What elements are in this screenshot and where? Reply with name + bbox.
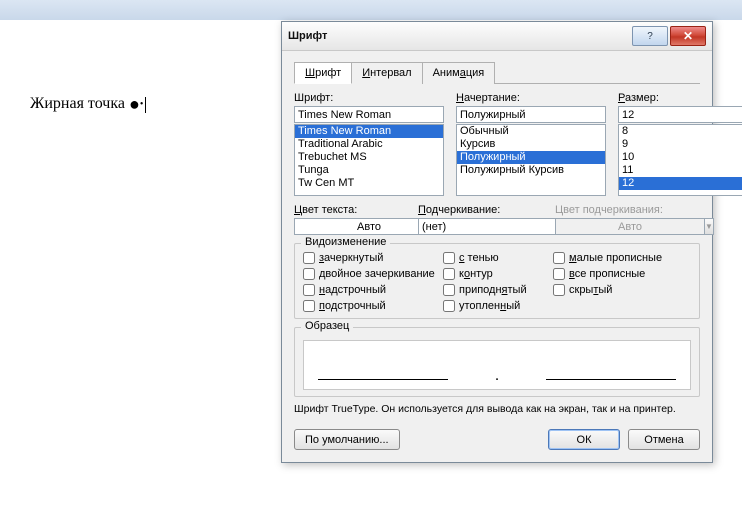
checkbox-input[interactable] (553, 252, 565, 264)
checkbox-input[interactable] (553, 284, 565, 296)
text-cursor (145, 97, 146, 113)
sample-group: Образец . (294, 327, 700, 397)
tab-anim-label: Аним (433, 67, 460, 79)
effect-label: все прописные (569, 268, 645, 280)
list-item[interactable]: 8 (619, 125, 742, 138)
list-item[interactable]: Times New Roman (295, 125, 443, 138)
size-input[interactable] (618, 106, 742, 123)
checkbox-input[interactable] (443, 252, 455, 264)
effect-label: с тенью (459, 252, 499, 264)
effect-label: надстрочный (319, 284, 386, 296)
list-item[interactable]: Обычный (457, 125, 605, 138)
doc-bullet-small: • (140, 99, 144, 110)
list-item[interactable]: Tunga (295, 164, 443, 177)
effect-checkbox[interactable]: с тенью (443, 252, 553, 264)
app-window-bar (0, 0, 742, 21)
list-item[interactable]: 9 (619, 138, 742, 151)
doc-bullet-large: ● (129, 94, 140, 114)
help-button[interactable]: ? (632, 26, 668, 46)
style-label: Начертание: (456, 92, 606, 104)
effect-label: приподнятый (459, 284, 527, 296)
list-item[interactable]: Полужирный (457, 151, 605, 164)
effect-checkbox[interactable]: скрытый (553, 284, 683, 296)
checkbox-input[interactable] (443, 284, 455, 296)
size-listbox[interactable]: 89101112 (618, 124, 742, 196)
checkbox-input[interactable] (303, 268, 315, 280)
checkbox-input[interactable] (303, 284, 315, 296)
doc-line1: Жирная точка (30, 95, 125, 112)
tab-font-label: рифт (315, 67, 341, 79)
close-button[interactable]: ✕ (670, 26, 706, 46)
cancel-button[interactable]: Отмена (628, 429, 700, 450)
tab-font[interactable]: Шрифт (294, 62, 352, 84)
tabstrip: Шрифт Интервал Анимация (294, 61, 700, 84)
tab-spacing-label: нтервал (370, 67, 411, 79)
checkbox-input[interactable] (303, 252, 315, 264)
default-button[interactable]: По умолчанию... (294, 429, 400, 450)
list-item[interactable]: Полужирный Курсив (457, 164, 605, 177)
effect-checkbox[interactable]: зачеркнутый (303, 252, 443, 264)
list-item[interactable]: Traditional Arabic (295, 138, 443, 151)
font-dialog: Шрифт ? ✕ Шрифт Интервал Анимация Шрифт:… (281, 21, 713, 463)
document-text: Жирная точка ●• (30, 94, 146, 115)
list-item[interactable]: Trebuchet MS (295, 151, 443, 164)
effect-checkbox[interactable]: малые прописные (553, 252, 683, 264)
list-item[interactable]: 11 (619, 164, 742, 177)
effect-checkbox[interactable]: надстрочный (303, 284, 443, 296)
color-label: Цвет текста: (294, 204, 406, 216)
checkbox-input[interactable] (443, 268, 455, 280)
ulcolor-drop-icon: ▼ (705, 218, 714, 235)
font-hint: Шрифт TrueType. Он используется для выво… (294, 403, 700, 415)
dialog-body: Шрифт Интервал Анимация Шрифт: Times New… (282, 51, 712, 462)
list-item[interactable]: 10 (619, 151, 742, 164)
font-listbox[interactable]: Times New RomanTraditional ArabicTrebuch… (294, 124, 444, 196)
effect-checkbox[interactable]: все прописные (553, 268, 683, 280)
list-item[interactable]: Tw Cen MT (295, 177, 443, 190)
sample-area: . (303, 340, 691, 390)
list-item[interactable]: Курсив (457, 138, 605, 151)
effects-group: Видоизменение зачеркнутыйс теньюмалые пр… (294, 243, 700, 319)
effect-checkbox[interactable]: утопленный (443, 300, 553, 312)
dialog-titlebar[interactable]: Шрифт ? ✕ (282, 22, 712, 51)
effect-label: скрытый (569, 284, 612, 296)
ulcolor-combo (555, 218, 705, 235)
effect-label: малые прописные (569, 252, 662, 264)
effect-checkbox[interactable]: подстрочный (303, 300, 443, 312)
checkbox-input[interactable] (443, 300, 455, 312)
ok-button[interactable]: ОК (548, 429, 620, 450)
effect-label: двойное зачеркивание (319, 268, 435, 280)
effect-label: контур (459, 268, 493, 280)
effect-checkbox[interactable]: контур (443, 268, 553, 280)
size-label: Размер: (618, 92, 742, 104)
effect-checkbox[interactable]: двойное зачеркивание (303, 268, 443, 280)
underline-label: Подчеркивание: (418, 204, 543, 216)
effects-legend: Видоизменение (301, 236, 390, 248)
dialog-title: Шрифт (288, 30, 630, 42)
tab-animation[interactable]: Анимация (422, 62, 496, 84)
sample-legend: Образец (301, 320, 353, 332)
checkbox-input[interactable] (303, 300, 315, 312)
ulcolor-label: Цвет подчеркивания: (555, 204, 680, 216)
effect-label: утопленный (459, 300, 520, 312)
effect-label: зачеркнутый (319, 252, 383, 264)
style-input[interactable] (456, 106, 606, 123)
tab-spacing[interactable]: Интервал (351, 62, 422, 84)
list-item[interactable]: 12 (619, 177, 742, 190)
sample-dot: . (495, 371, 498, 383)
style-listbox[interactable]: ОбычныйКурсивПолужирныйПолужирный Курсив (456, 124, 606, 196)
underline-combo[interactable] (418, 218, 568, 235)
effect-checkbox[interactable]: приподнятый (443, 284, 553, 296)
font-label: Шрифт: (294, 92, 444, 104)
effect-label: подстрочный (319, 300, 386, 312)
font-input[interactable] (294, 106, 444, 123)
checkbox-input[interactable] (553, 268, 565, 280)
